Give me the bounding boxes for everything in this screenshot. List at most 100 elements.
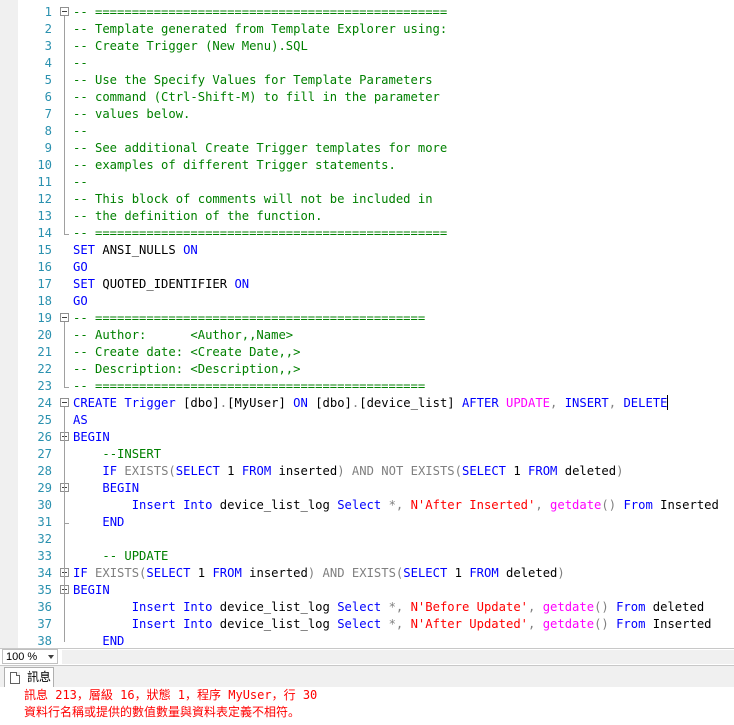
line-number: 4 xyxy=(44,56,52,70)
code-text: -- Description: <Description,,> xyxy=(73,362,301,376)
code-text: -- Template generated from Template Expl… xyxy=(73,22,448,36)
line-number: 25 xyxy=(37,413,52,427)
line-number: 36 xyxy=(37,600,52,614)
code-line[interactable]: 28 IF EXISTS(SELECT 1 FROM inserted) AND… xyxy=(0,463,734,480)
line-number: 12 xyxy=(37,192,52,206)
line-number: 9 xyxy=(44,141,52,155)
line-number: 21 xyxy=(37,345,52,359)
code-line[interactable]: 22 -- Description: <Description,,> xyxy=(0,361,734,378)
code-line[interactable]: 8 -- xyxy=(0,123,734,140)
outline-guide-end xyxy=(64,234,69,235)
code-text: -- Author: <Author,,Name> xyxy=(73,328,294,342)
outline-guide xyxy=(64,492,65,523)
code-line[interactable]: 6 -- command (Ctrl-Shift-M) to fill in th… xyxy=(0,89,734,106)
code-line[interactable]: 9 -- See additional Create Trigger templa… xyxy=(0,140,734,157)
line-number: 27 xyxy=(37,447,52,461)
sql-editor[interactable]: 1 -- ====================================… xyxy=(0,0,734,648)
code-text: -- xyxy=(73,56,88,70)
chevron-down-icon xyxy=(48,655,54,659)
line-number: 33 xyxy=(37,549,52,563)
code-text: AS xyxy=(73,413,88,427)
code-text: -- =====================================… xyxy=(73,379,426,393)
code-line[interactable]: 23 -- ===================================… xyxy=(0,378,734,395)
editor-statusbar: 100 % xyxy=(0,648,734,665)
line-number: 7 xyxy=(44,107,52,121)
code-line[interactable]: 15 SET ANSI_NULLS ON xyxy=(0,242,734,259)
code-line[interactable]: 37 Insert Into device_list_log Select *,… xyxy=(0,616,734,633)
line-number: 10 xyxy=(37,158,52,172)
code-line[interactable]: 27 --INSERT xyxy=(0,446,734,463)
outline-guide xyxy=(64,16,65,234)
code-text: END xyxy=(102,515,125,529)
code-line[interactable]: 24 CREATE Trigger [dbo].[MyUser] ON [dbo]… xyxy=(0,395,734,412)
code-line[interactable]: 20 -- Author: <Author,,Name> xyxy=(0,327,734,344)
line-number: 34 xyxy=(37,566,52,580)
code-text: Insert Into device_list_log Select *, N'… xyxy=(131,498,719,512)
code-line[interactable]: 19 -- ===================================… xyxy=(0,310,734,327)
line-number: 1 xyxy=(44,5,52,19)
line-number: 19 xyxy=(37,311,52,325)
line-number: 18 xyxy=(37,294,52,308)
code-text: -- Create date: <Create Date,,> xyxy=(73,345,301,359)
code-text: END xyxy=(102,634,125,648)
collapse-toggle-icon[interactable] xyxy=(60,313,69,322)
error-message-line: 資料行名稱或提供的數值數量與資料表定義不相符。 xyxy=(24,705,301,719)
code-line[interactable]: 7 -- values below. xyxy=(0,106,734,123)
code-line[interactable]: 4 -- xyxy=(0,55,734,72)
code-text: -- =====================================… xyxy=(73,311,426,325)
line-number: 20 xyxy=(37,328,52,342)
tab-messages[interactable]: 訊息 xyxy=(4,667,54,687)
code-line[interactable]: 17 SET QUOTED_IDENTIFIER ON xyxy=(0,276,734,293)
code-text: BEGIN xyxy=(73,583,110,597)
horizontal-scrollbar[interactable] xyxy=(62,650,734,664)
line-number: 26 xyxy=(37,430,52,444)
code-line[interactable]: 38 END xyxy=(0,633,734,648)
code-text: BEGIN xyxy=(102,481,140,495)
code-line[interactable]: 26 BEGIN xyxy=(0,429,734,446)
code-line[interactable]: 18 GO xyxy=(0,293,734,310)
code-line[interactable]: 14 -- ===================================… xyxy=(0,225,734,242)
line-number: 24 xyxy=(37,396,52,410)
code-line[interactable]: 12 -- This block of comments will not be … xyxy=(0,191,734,208)
code-line[interactable]: 32 xyxy=(0,531,734,548)
code-line[interactable]: 29 BEGIN xyxy=(0,480,734,497)
code-line[interactable]: 21 -- Create date: <Create Date,,> xyxy=(0,344,734,361)
line-number: 29 xyxy=(37,481,52,495)
zoom-dropdown[interactable]: 100 % xyxy=(2,649,58,664)
line-number: 11 xyxy=(37,175,52,189)
error-message-line: 訊息 213，層級 16，狀態 1，程序 MyUser，行 30 xyxy=(24,688,318,702)
code-line[interactable]: 34 IF EXISTS(SELECT 1 FROM inserted) AND … xyxy=(0,565,734,582)
code-line[interactable]: 25 AS xyxy=(0,412,734,429)
outline-guide-end xyxy=(64,387,69,388)
code-text: -- Use the Specify Values for Template P… xyxy=(73,73,433,87)
code-text: IF EXISTS(SELECT 1 FROM inserted) AND EX… xyxy=(73,566,565,580)
code-text: -- command (Ctrl-Shift-M) to fill in the… xyxy=(73,90,440,104)
line-number: 35 xyxy=(37,583,52,597)
code-line[interactable]: 5 -- Use the Specify Values for Template … xyxy=(0,72,734,89)
code-line[interactable]: 30 Insert Into device_list_log Select *,… xyxy=(0,497,734,514)
collapse-toggle-icon[interactable] xyxy=(60,7,69,16)
code-line[interactable]: 3 -- Create Trigger (New Menu).SQL xyxy=(0,38,734,55)
code-line[interactable]: 13 -- the definition of the function. xyxy=(0,208,734,225)
code-line[interactable]: 36 Insert Into device_list_log Select *,… xyxy=(0,599,734,616)
code-text: SET QUOTED_IDENTIFIER ON xyxy=(73,277,250,291)
code-line[interactable]: 2 -- Template generated from Template Exp… xyxy=(0,21,734,38)
code-line[interactable]: 33 -- UPDATE xyxy=(0,548,734,565)
line-number: 13 xyxy=(37,209,52,223)
code-text: Insert Into device_list_log Select *, N'… xyxy=(131,600,705,614)
code-line[interactable]: 1 -- ====================================… xyxy=(0,4,734,21)
code-line[interactable]: 35 BEGIN xyxy=(0,582,734,599)
line-number: 2 xyxy=(44,22,52,36)
code-line[interactable]: 31 END xyxy=(0,514,734,531)
line-number: 30 xyxy=(37,498,52,512)
line-number: 28 xyxy=(37,464,52,478)
line-number: 8 xyxy=(44,124,52,138)
tab-messages-label: 訊息 xyxy=(27,670,52,684)
code-line[interactable]: 16 GO xyxy=(0,259,734,276)
collapse-toggle-icon[interactable] xyxy=(60,398,69,407)
code-line[interactable]: 10 -- examples of different Trigger state… xyxy=(0,157,734,174)
code-text: -- UPDATE xyxy=(102,549,169,563)
line-number: 37 xyxy=(37,617,52,631)
line-number: 32 xyxy=(37,532,52,546)
code-line[interactable]: 11 -- xyxy=(0,174,734,191)
